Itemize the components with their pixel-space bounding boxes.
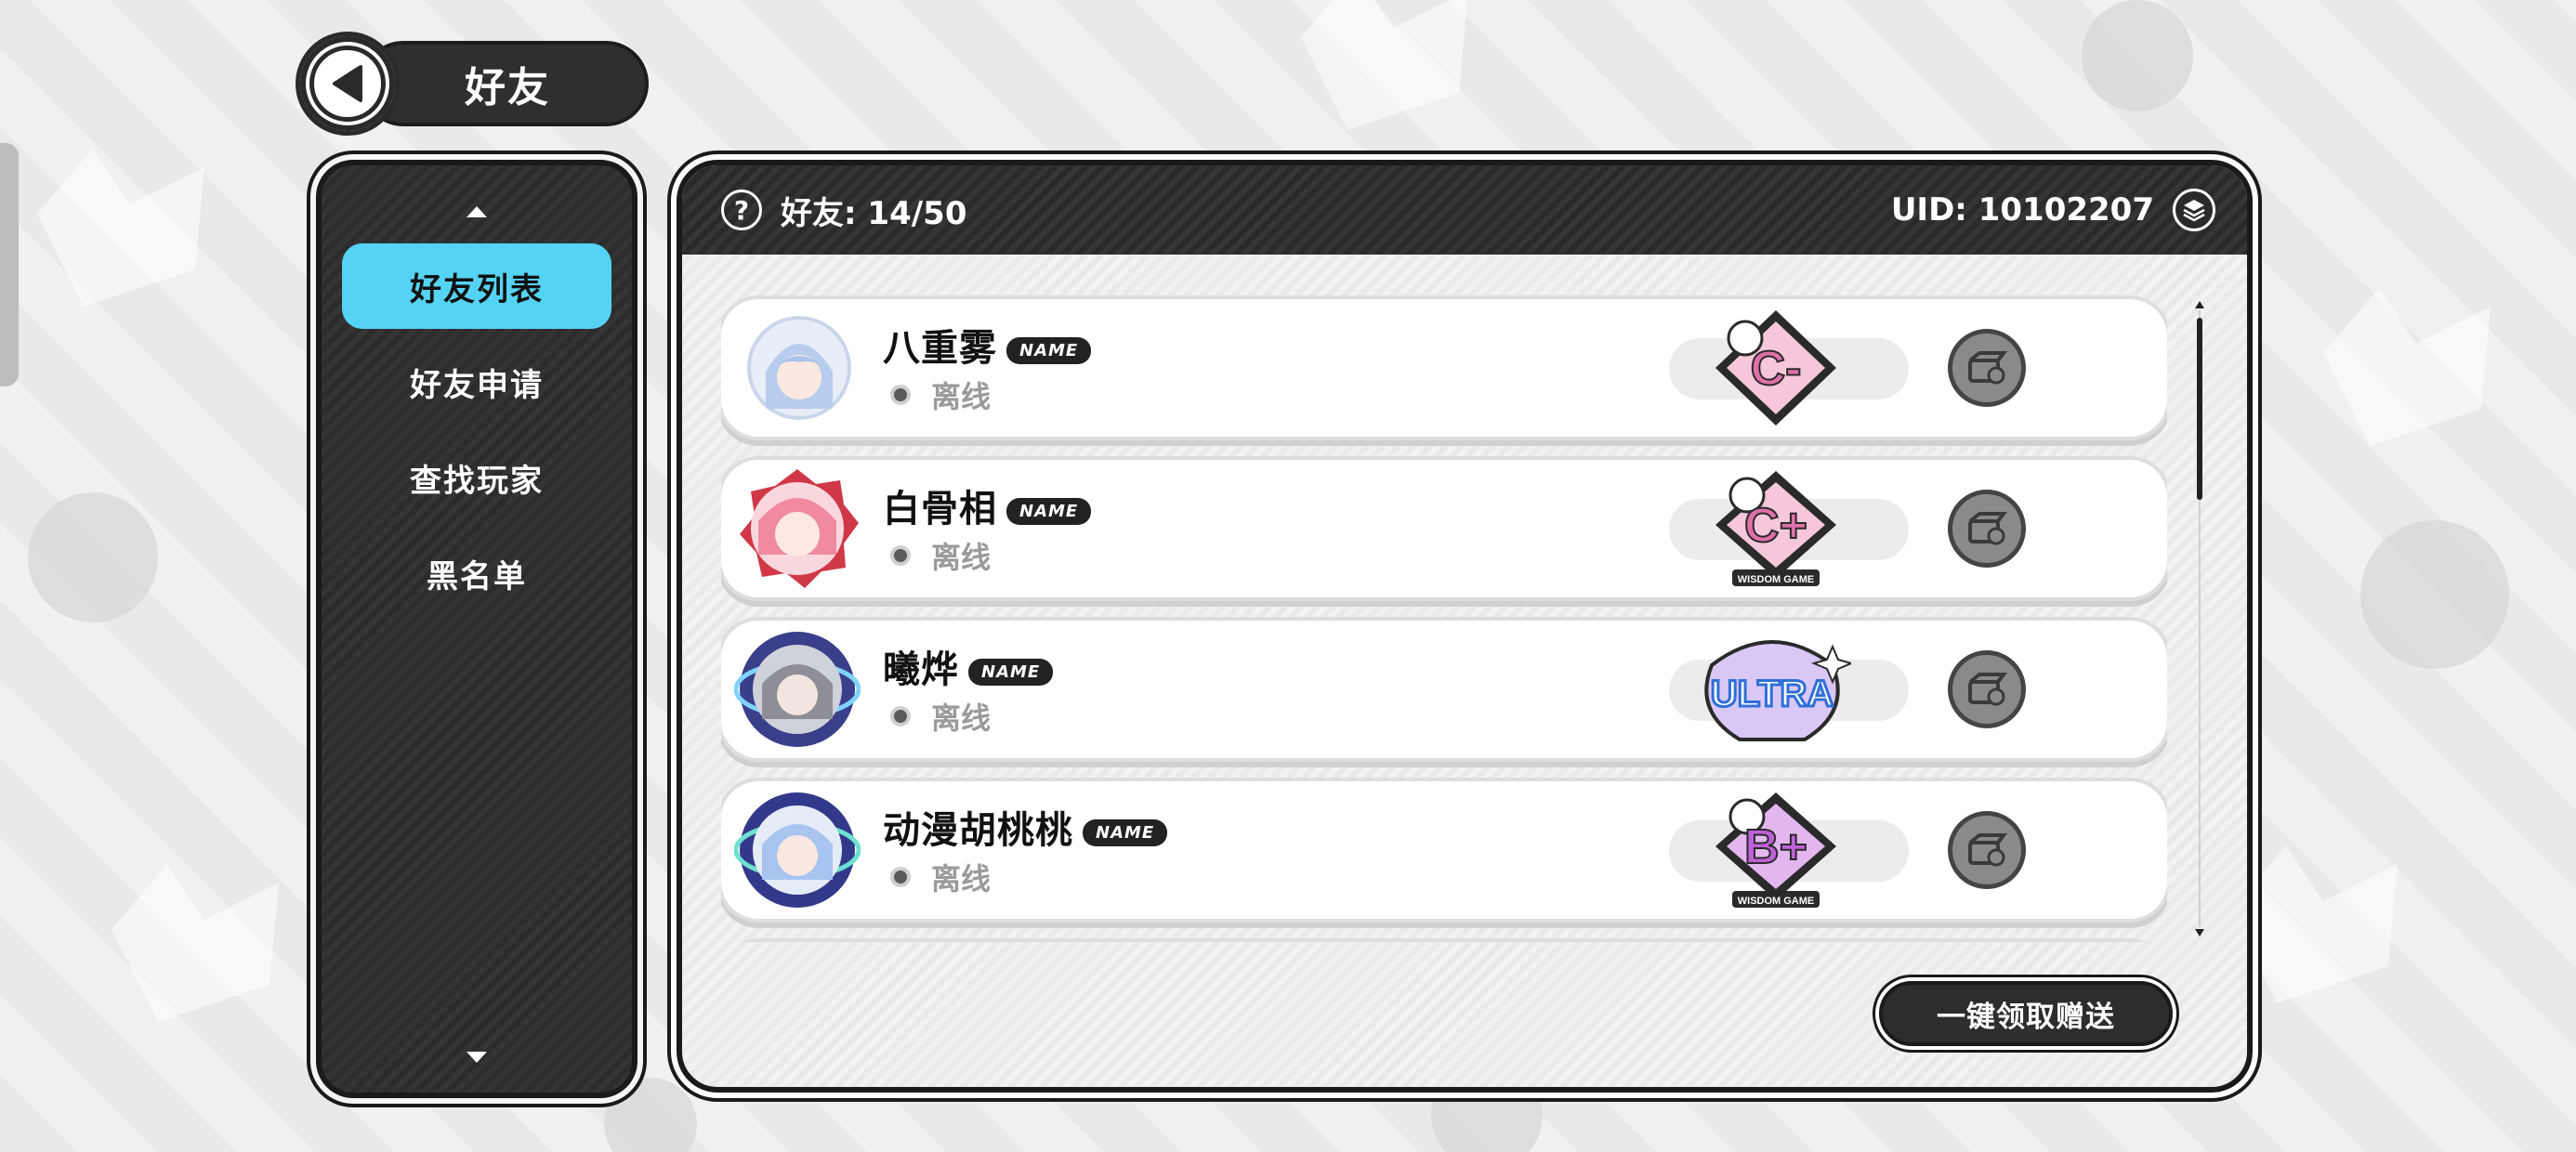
sidebar-menu: 好友列表 好友申请 查找玩家 黑名单 <box>342 243 611 626</box>
rank-text: ULTRA <box>1711 674 1834 714</box>
edge-tab[interactable] <box>0 143 19 386</box>
status-dot-icon <box>890 385 911 405</box>
name-tag-badge: NAME <box>1083 818 1168 846</box>
scrollbar-thumb[interactable] <box>2197 318 2202 500</box>
rank-badge: ULTRA <box>1704 628 1854 751</box>
send-gift-button[interactable] <box>1948 650 2026 728</box>
page-title: 好友 <box>465 64 550 111</box>
rank-badge: B+ WISDOM GAME <box>1706 789 1846 911</box>
rank-subtitle: WISDOM GAME <box>1738 574 1815 585</box>
gift-icon <box>1968 351 2007 385</box>
avatar <box>733 787 861 913</box>
sidebar-item-blacklist[interactable]: 黑名单 <box>342 530 611 616</box>
up-arrow-icon <box>467 206 487 217</box>
send-gift-button[interactable] <box>1948 811 2026 889</box>
layers-icon[interactable] <box>2173 189 2215 231</box>
friend-name-text: 白骨相 <box>883 488 997 530</box>
rank-badge: C- <box>1706 307 1846 429</box>
friend-name: 八重雾 NAME <box>883 318 1092 372</box>
friend-name-text: 八重雾 <box>883 327 997 370</box>
claim-all-gifts-button[interactable]: 一键领取赠送 <box>1879 981 2173 1046</box>
avatar <box>747 316 851 420</box>
rank-text: C- <box>1751 342 1802 396</box>
sidebar: 好友列表 好友申请 查找玩家 黑名单 <box>316 160 637 1098</box>
avatar <box>734 465 861 592</box>
friend-name: 曦烨 NAME <box>883 639 1054 693</box>
name-tag-badge: NAME <box>968 658 1054 686</box>
uid-label: UID: 10102207 <box>1890 191 2154 229</box>
friend-name-text: 曦烨 <box>883 648 959 691</box>
list-scrollbar[interactable] <box>2193 299 2206 938</box>
friend-name: 白骨相 NAME <box>883 478 1092 532</box>
friend-status: 离线 <box>890 695 991 738</box>
help-icon[interactable]: ? <box>721 190 762 230</box>
friend-row[interactable]: 白骨相 NAME 离线 C+ WISDOM GAME <box>721 460 2167 597</box>
friend-name: 动漫胡桃桃 NAME <box>883 800 1168 854</box>
gift-icon <box>1968 512 2007 545</box>
send-gift-button[interactable] <box>1948 490 2026 568</box>
sidebar-item-friend-list[interactable]: 好友列表 <box>342 243 611 329</box>
status-text: 离线 <box>931 379 992 414</box>
down-arrow-icon <box>467 1052 487 1063</box>
title-pill: 好友 <box>361 41 649 126</box>
rank-text: B+ <box>1744 820 1807 874</box>
friend-list: 八重雾 NAME 离线 C- 白骨相 NAME 离线 C+ WISDOM GAM… <box>721 292 2167 942</box>
rank-text: C+ <box>1744 499 1807 553</box>
sidebar-item-find-player[interactable]: 查找玩家 <box>342 435 611 520</box>
status-text: 离线 <box>931 700 992 736</box>
page-header: 好友 <box>296 32 649 136</box>
friend-count: 好友: 14/50 <box>781 194 967 232</box>
friend-status: 离线 <box>890 373 991 416</box>
friend-list-panel: ? 好友: 14/50 UID: 10102207 八重雾 NAME 离线 C-… <box>677 160 2253 1093</box>
send-gift-button[interactable] <box>1948 329 2026 407</box>
status-dot-icon <box>890 867 911 887</box>
back-arrow-icon <box>333 65 362 102</box>
name-tag-badge: NAME <box>1006 336 1092 364</box>
avatar <box>733 626 861 753</box>
friend-status: 离线 <box>890 534 991 577</box>
back-button[interactable] <box>296 32 400 136</box>
friend-row[interactable]: 曦烨 NAME 离线 ULTRA <box>721 621 2167 758</box>
sidebar-item-friend-requests[interactable]: 好友申请 <box>342 339 611 425</box>
sidebar-scroll-up[interactable] <box>449 193 505 230</box>
rank-subtitle: WISDOM GAME <box>1738 896 1815 907</box>
friend-row[interactable]: 动漫胡桃桃 NAME 离线 B+ WISDOM GAME <box>721 781 2167 919</box>
status-text: 离线 <box>931 540 992 575</box>
name-tag-badge: NAME <box>1006 497 1092 525</box>
layers-glyph <box>2183 200 2205 222</box>
sidebar-scroll-down[interactable] <box>449 1039 505 1076</box>
gift-icon <box>1968 673 2007 706</box>
status-dot-icon <box>890 545 911 566</box>
rank-badge: C+ WISDOM GAME <box>1706 467 1846 590</box>
friend-status: 离线 <box>890 856 991 898</box>
panel-header: ? 好友: 14/50 UID: 10102207 <box>682 165 2247 255</box>
status-text: 离线 <box>931 861 992 897</box>
back-button-inner <box>309 46 386 122</box>
friend-name-text: 动漫胡桃桃 <box>883 809 1073 852</box>
status-dot-icon <box>890 706 911 727</box>
friend-row[interactable]: 八重雾 NAME 离线 C- <box>721 299 2167 437</box>
gift-icon <box>1968 833 2007 867</box>
